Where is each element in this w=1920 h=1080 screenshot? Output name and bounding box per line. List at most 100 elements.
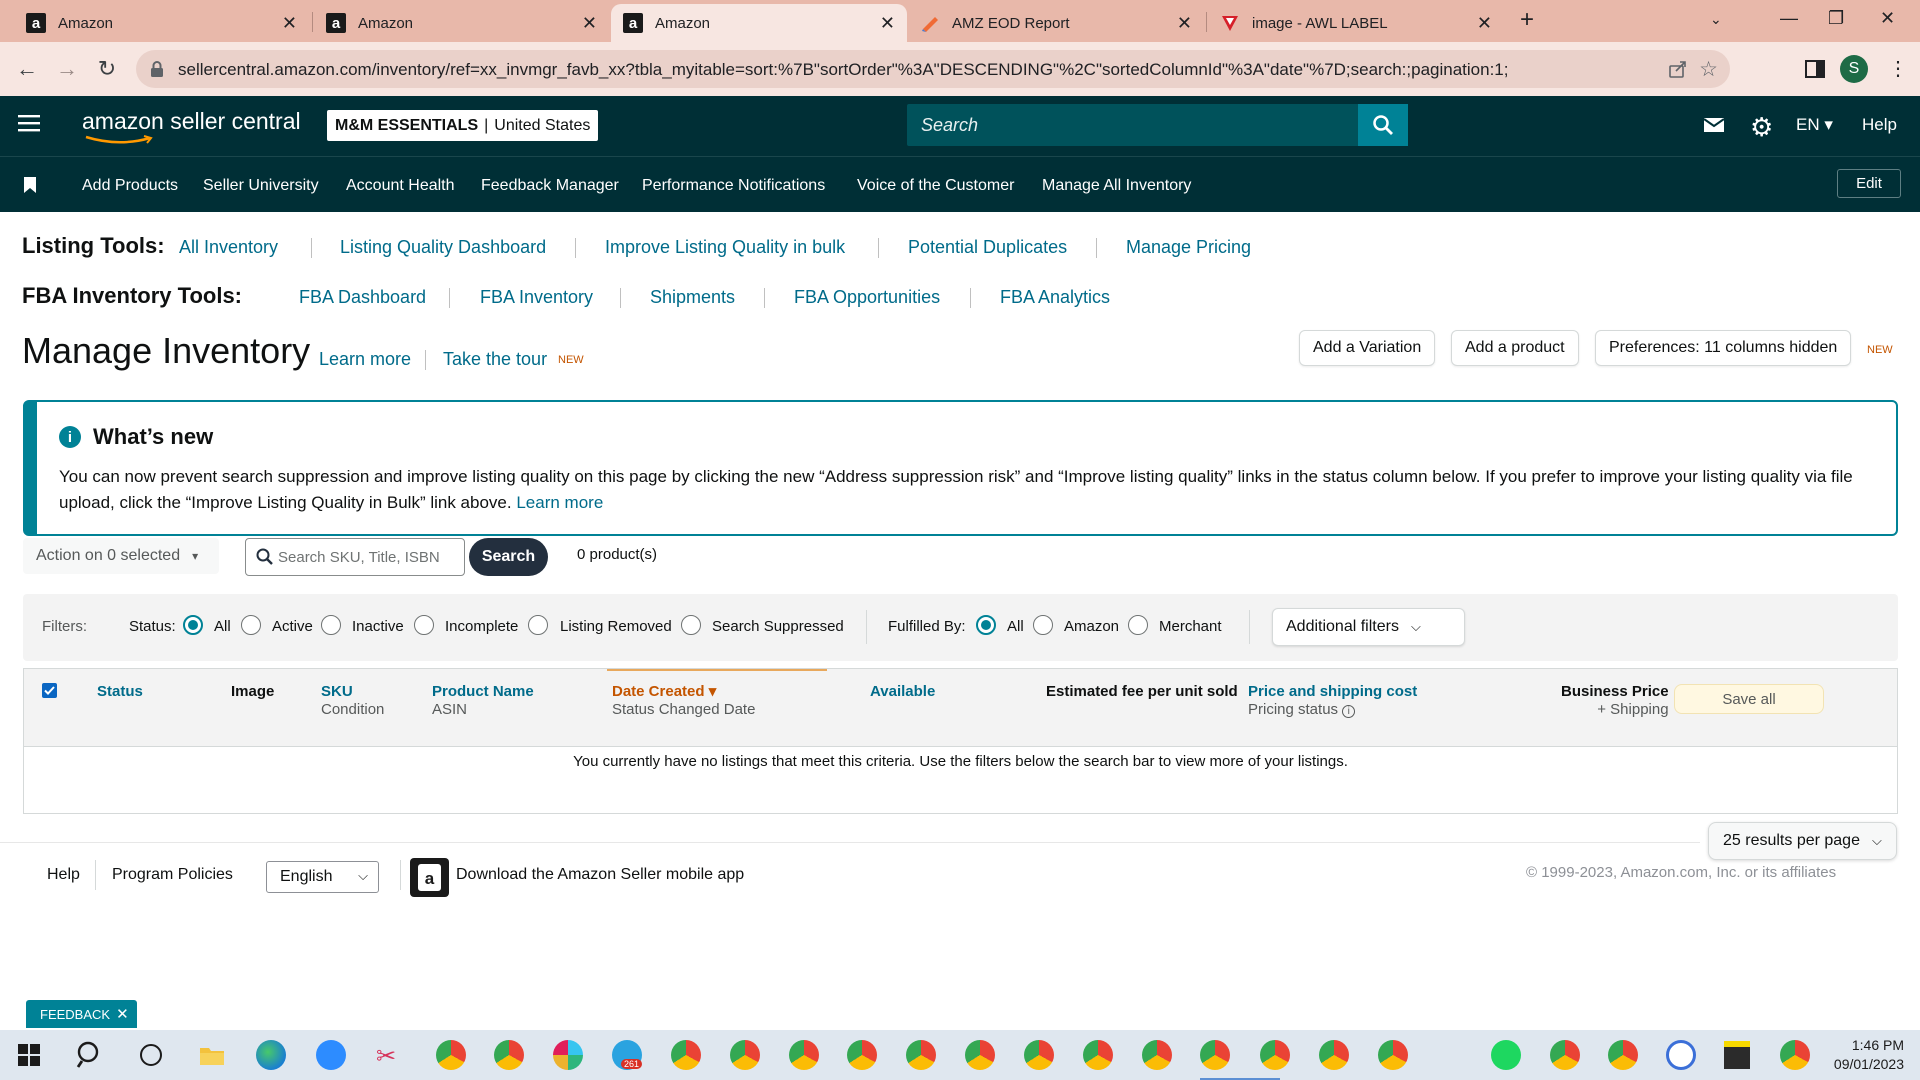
language-selector[interactable]: EN ▾ [1796,115,1833,135]
search-button[interactable]: Search [469,538,548,576]
browser-tab[interactable]: image - AWL LABEL ✕ [1208,4,1504,42]
nav-performance-notifications[interactable]: Performance Notifications [642,177,825,195]
notice-learn-more-link[interactable]: Learn more [516,493,603,512]
chrome-profile-icon[interactable] [1024,1040,1054,1070]
footer-help-link[interactable]: Help [47,866,80,884]
system-clock[interactable]: 1:46 PM 09/01/2023 [1834,1036,1904,1074]
hamburger-menu-icon[interactable] [18,114,40,132]
close-tab-icon[interactable]: ✕ [282,13,297,34]
link-fba-dashboard[interactable]: FBA Dashboard [299,287,426,308]
chrome-profile-icon[interactable] [1608,1040,1638,1070]
chrome-profile-icon[interactable] [1200,1040,1230,1070]
chrome-profile-icon[interactable] [906,1040,936,1070]
address-bar[interactable]: sellercentral.amazon.com/inventory/ref=x… [136,50,1730,88]
seller-central-logo[interactable]: amazon seller central [82,108,301,144]
save-all-button[interactable]: Save all [1674,684,1824,714]
zoom-icon[interactable] [316,1040,346,1070]
cortana-icon[interactable] [140,1044,162,1066]
chrome-profile-icon[interactable] [1260,1040,1290,1070]
window-close-icon[interactable]: ✕ [1880,8,1895,29]
settings-gear-icon[interactable]: ⚙ [1750,112,1773,143]
link-improve-listing-quality-bulk[interactable]: Improve Listing Quality in bulk [605,237,845,258]
footer-program-policies-link[interactable]: Program Policies [112,866,233,884]
link-potential-duplicates[interactable]: Potential Duplicates [908,237,1067,258]
mail-icon[interactable] [1703,116,1725,134]
link-fba-analytics[interactable]: FBA Analytics [1000,287,1110,308]
additional-filters-button[interactable]: Additional filters ⌵ [1272,608,1465,646]
new-tab-icon[interactable]: + [1520,6,1534,34]
minimize-icon[interactable]: — [1780,8,1798,29]
status-radio-incomplete[interactable] [414,615,434,635]
column-sku[interactable]: SKU Condition [321,683,384,719]
chrome-profile-icon[interactable] [847,1040,877,1070]
bookmark-icon[interactable] [24,177,36,193]
chrome-profile-icon[interactable] [1319,1040,1349,1070]
chrome-profile-icon[interactable] [789,1040,819,1070]
column-available[interactable]: Available [870,683,935,701]
fulfilled-radio-all[interactable] [976,615,996,635]
back-icon[interactable]: ← [14,56,40,82]
browser-tab-active[interactable]: a Amazon ✕ [611,4,907,42]
taskbar-search-icon[interactable] [76,1041,104,1069]
download-app-link[interactable]: Download the Amazon Seller mobile app [456,866,744,884]
add-product-button[interactable]: Add a product [1451,330,1579,366]
status-radio-active[interactable] [241,615,261,635]
link-fba-opportunities[interactable]: FBA Opportunities [794,287,940,308]
edit-nav-button[interactable]: Edit [1837,169,1901,198]
bookmark-star-icon[interactable]: ☆ [1699,57,1718,82]
status-radio-inactive[interactable] [321,615,341,635]
close-tab-icon[interactable]: ✕ [582,13,597,34]
nav-account-health[interactable]: Account Health [346,177,455,195]
chrome-profile-icon[interactable] [494,1040,524,1070]
column-status[interactable]: Status [97,683,143,701]
restore-icon[interactable]: ❐ [1828,8,1844,29]
footer-language-select[interactable]: English ⌵ [266,861,379,893]
link-all-inventory[interactable]: All Inventory [179,237,278,258]
nav-voice-of-customer[interactable]: Voice of the Customer [857,177,1014,195]
windows-start-icon[interactable] [18,1044,40,1066]
close-tab-icon[interactable]: ✕ [1177,13,1192,34]
results-per-page-dropdown[interactable]: 25 results per page ⌵ [1708,822,1897,860]
fulfilled-radio-merchant[interactable] [1128,615,1148,635]
browser-tab[interactable]: AMZ EOD Report ✕ [908,4,1204,42]
tab-search-chevron-icon[interactable]: ⌄ [1710,11,1722,28]
share-icon[interactable] [1668,59,1688,79]
info-icon[interactable]: i [1342,705,1356,718]
chrome-profile-icon[interactable] [1083,1040,1113,1070]
chat-app-icon[interactable] [1666,1040,1696,1070]
store-selector[interactable]: M&M ESSENTIALS | United States [327,110,599,141]
nav-manage-all-inventory[interactable]: Manage All Inventory [1042,177,1191,195]
column-date-created[interactable]: Date Created ▾ Status Changed Date [612,683,755,719]
column-product-name[interactable]: Product Name ASIN [432,683,534,719]
header-search-input[interactable] [907,104,1357,146]
browser-menu-icon[interactable]: ⋮ [1888,56,1908,81]
reload-icon[interactable]: ↻ [94,56,120,82]
sticky-notes-icon[interactable] [1724,1041,1750,1069]
search-icon[interactable] [1358,104,1408,146]
select-all-checkbox[interactable] [42,683,57,698]
bulk-action-dropdown[interactable]: Action on 0 selected ▾ [23,538,219,574]
nav-seller-university[interactable]: Seller University [203,177,319,195]
preferences-button[interactable]: Preferences: 11 columns hidden [1595,330,1852,366]
chrome-profile-icon[interactable] [436,1040,466,1070]
chrome-profile-icon[interactable] [1550,1040,1580,1070]
snipping-tool-icon[interactable]: ✂ [376,1042,396,1071]
take-tour-link[interactable]: Take the tour [443,349,547,370]
link-listing-quality-dashboard[interactable]: Listing Quality Dashboard [340,237,546,258]
status-radio-search-suppressed[interactable] [681,615,701,635]
nav-add-products[interactable]: Add Products [82,177,178,195]
column-price[interactable]: Price and shipping cost Pricing status i [1248,683,1417,719]
seller-app-icon[interactable]: a [410,858,449,897]
chrome-profile-icon[interactable] [965,1040,995,1070]
file-explorer-icon[interactable] [199,1042,225,1068]
spotify-icon[interactable] [1491,1040,1521,1070]
status-radio-listing-removed[interactable] [528,615,548,635]
chrome-profile-icon[interactable] [671,1040,701,1070]
learn-more-link[interactable]: Learn more [319,349,411,370]
link-manage-pricing[interactable]: Manage Pricing [1126,237,1251,258]
nav-feedback-manager[interactable]: Feedback Manager [481,177,619,195]
close-tab-icon[interactable]: ✕ [880,13,895,34]
link-fba-inventory[interactable]: FBA Inventory [480,287,593,308]
forward-icon[interactable]: → [54,56,80,82]
help-link[interactable]: Help [1862,115,1897,135]
